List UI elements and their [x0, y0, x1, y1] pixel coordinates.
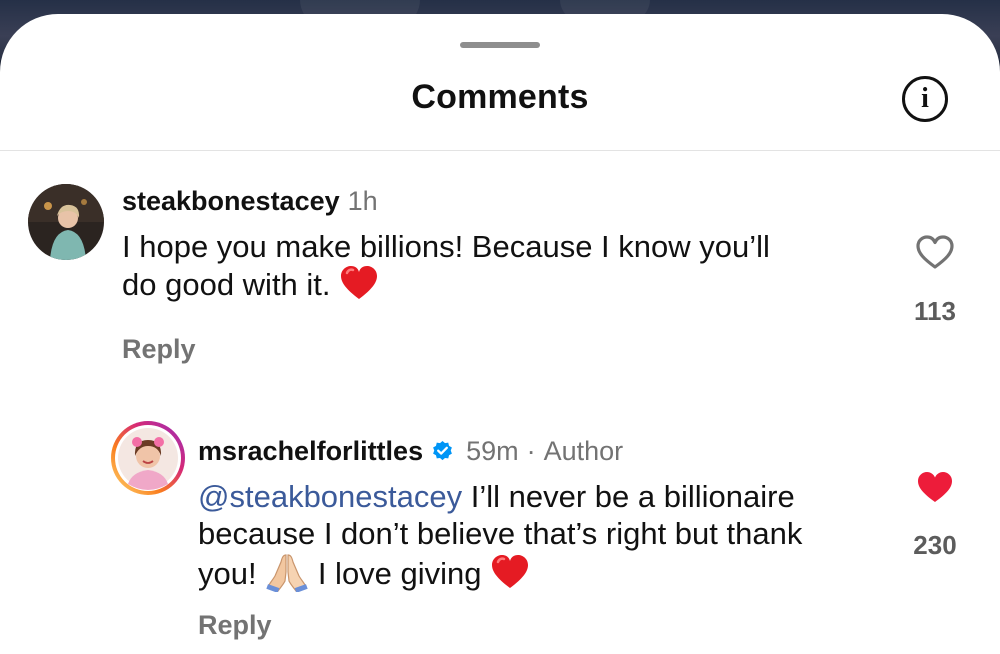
comment-text: I hope you make billions! Because I know… [122, 228, 862, 309]
comments-sheet: Comments i steakbonestacey 1h I hope you… [0, 14, 1000, 654]
comment-text-line-2: do good with it. [122, 267, 331, 303]
comment-text-line-1: I hope you make billions! Because I know… [122, 229, 770, 264]
avatar[interactable] [28, 184, 104, 260]
timestamp: 59m [466, 436, 519, 466]
timestamp: 1h [347, 186, 378, 216]
header-divider [0, 150, 1000, 151]
folded-hands-emoji-icon [265, 552, 309, 600]
like-count: 113 [914, 296, 956, 326]
like-heart-icon[interactable] [915, 234, 955, 275]
avatar[interactable] [110, 420, 186, 496]
like-count: 230 [913, 530, 957, 560]
reply-button[interactable]: Reply [122, 334, 196, 365]
comment-text-line-3: you! [198, 556, 266, 592]
username[interactable]: steakbonestacey [122, 186, 340, 217]
red-heart-emoji-icon [339, 265, 379, 309]
red-heart-emoji-icon [490, 554, 530, 598]
liked-heart-icon[interactable] [915, 469, 955, 510]
sheet-grabber[interactable] [460, 42, 540, 48]
comment-meta: steakbonestacey 1h [122, 186, 378, 217]
author-tag: Author [543, 436, 624, 466]
mention-link[interactable]: @steakbonestacey [198, 479, 462, 514]
reply-button[interactable]: Reply [198, 610, 272, 641]
comment-text-line-4: I love giving [309, 556, 491, 592]
comment-text-line-1: I’ll never be a billionaire [462, 479, 795, 514]
sheet-title: Comments [411, 78, 589, 116]
username[interactable]: msrachelforlittles [198, 436, 423, 467]
verified-badge-icon [431, 440, 454, 463]
comment-text-line-2: because I don’t believe that’s right but… [198, 516, 803, 551]
meta-separator: · [526, 436, 536, 466]
comment-meta: msrachelforlittles 59m · Author [198, 436, 623, 467]
comment-text: @steakbonestacey I’ll never be a billion… [198, 478, 888, 600]
info-icon[interactable]: i [902, 76, 948, 122]
